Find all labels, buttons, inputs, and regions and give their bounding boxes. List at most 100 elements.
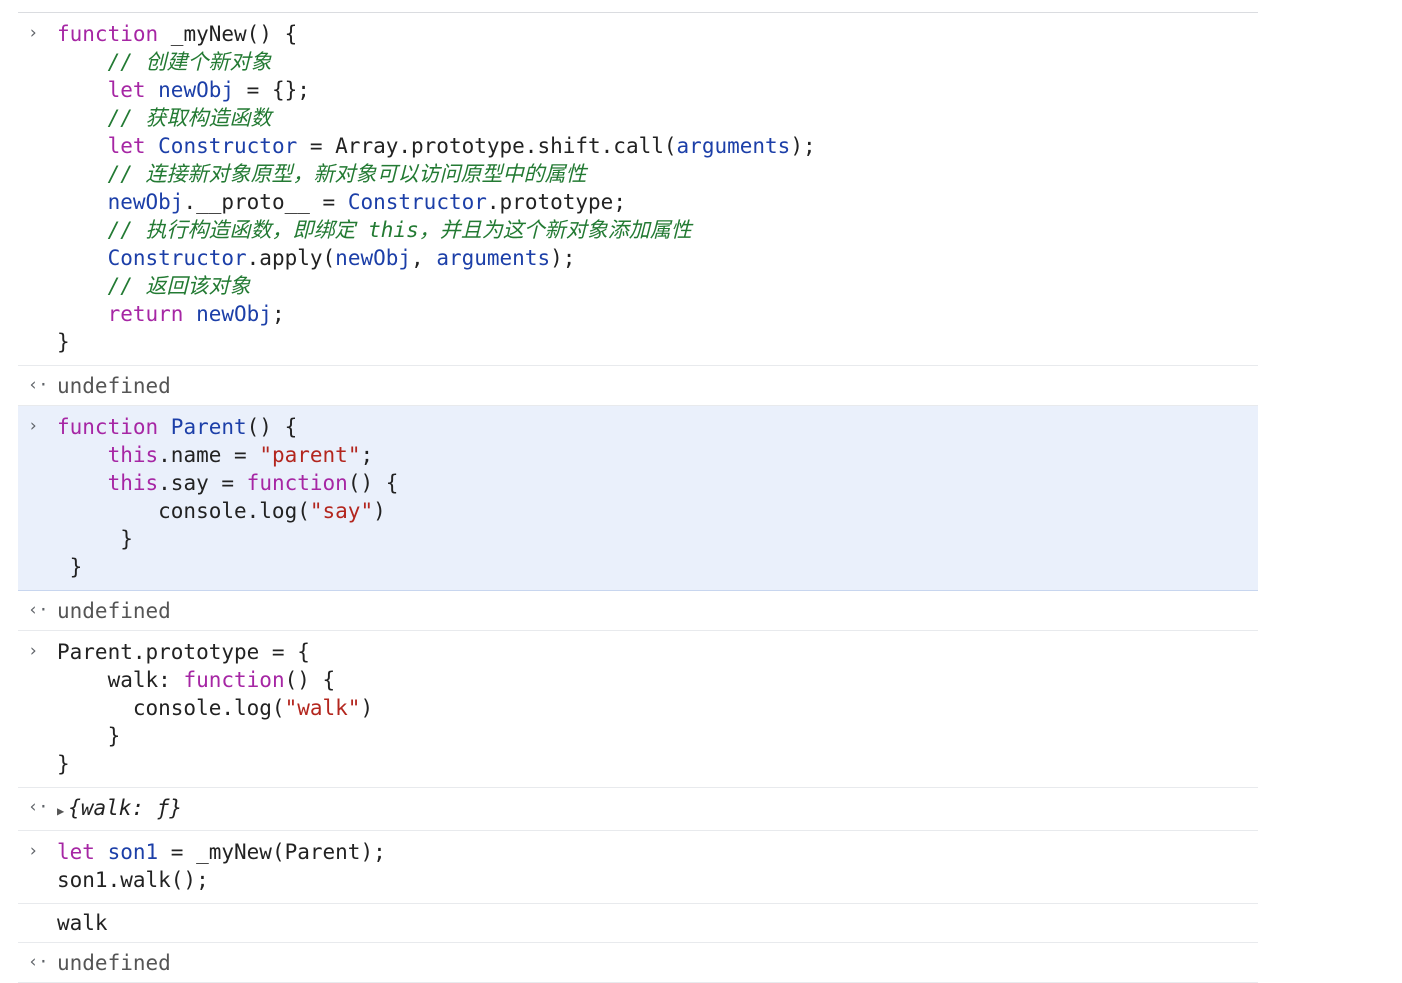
code-token: }	[57, 724, 121, 748]
code-line: undefined	[57, 372, 1258, 400]
code-token: undefined	[57, 951, 171, 975]
code-token: .name =	[158, 443, 260, 467]
code-token: ;	[271, 302, 285, 326]
expand-triangle-icon[interactable]: ▶	[57, 804, 64, 818]
code-token: () {	[246, 22, 298, 46]
code-token: newObj	[158, 78, 235, 102]
input-prompt-icon: ›	[28, 23, 39, 43]
code-token: console.log(	[57, 696, 285, 720]
code-token: // 返回该对象	[107, 274, 251, 298]
code-line: let Constructor = Array.prototype.shift.…	[57, 132, 1258, 160]
code-block[interactable]: Parent.prototype = { walk: function() { …	[18, 638, 1258, 778]
code-token: = _myNew(Parent);	[158, 840, 386, 864]
code-token: undefined	[57, 374, 171, 398]
code-token: }	[57, 555, 83, 579]
code-block[interactable]: let son1 = _myNew(Parent); son1.walk();	[18, 838, 1258, 894]
code-line: }	[57, 328, 1258, 356]
code-token: arguments	[676, 134, 791, 158]
log-output: walk	[18, 909, 1258, 937]
code-token: return	[107, 302, 197, 326]
code-token: );	[790, 134, 816, 158]
code-token: this	[107, 471, 159, 495]
console-input-entry[interactable]: › function _myNew() { // 创建个新对象 let newOb…	[18, 13, 1258, 366]
code-line: // 返回该对象	[57, 272, 1258, 300]
code-token: let	[107, 134, 159, 158]
code-line: undefined	[57, 597, 1258, 625]
code-token: console.log(	[57, 499, 310, 523]
code-token: ,	[411, 246, 437, 270]
result-value: ▶ {walk: ƒ}	[18, 794, 1258, 825]
code-token: );	[550, 246, 576, 270]
code-token: = {};	[234, 78, 310, 102]
result-value: undefined	[18, 949, 1258, 977]
console-input-entry[interactable]: › function Parent() { this.name = "parent…	[18, 406, 1258, 591]
code-token: newObj	[196, 302, 272, 326]
code-line: walk	[57, 909, 1258, 937]
code-token: arguments	[436, 246, 551, 270]
code-token: // 创建个新对象	[107, 50, 272, 74]
code-token: .prototype;	[486, 190, 626, 214]
code-line: Constructor.apply(newObj, arguments);	[57, 244, 1258, 272]
console-result-entry[interactable]: ‹· undefined	[18, 591, 1258, 631]
code-block[interactable]: function _myNew() { // 创建个新对象 let newObj…	[18, 20, 1258, 356]
code-token: {walk: ƒ}	[68, 796, 183, 820]
code-line: console.log("walk")	[57, 694, 1258, 722]
result-value: undefined	[18, 372, 1258, 400]
code-token: function	[183, 668, 285, 692]
result-arrow-icon: ‹·	[28, 797, 49, 817]
code-token: // 获取构造函数	[107, 106, 272, 130]
code-token: this	[107, 443, 159, 467]
code-token: Constructor	[347, 190, 487, 214]
code-token: Parent	[170, 415, 247, 439]
code-token: .apply(	[246, 246, 336, 270]
code-block[interactable]: function Parent() { this.name = "parent"…	[18, 413, 1258, 581]
code-line: console.log("say")	[57, 497, 1258, 525]
code-token: = Array.prototype.shift.call(	[297, 134, 677, 158]
code-token: }	[57, 752, 70, 776]
input-prompt-icon: ›	[28, 416, 39, 436]
code-token: () {	[284, 668, 336, 692]
code-token: walk:	[57, 668, 184, 692]
code-token: }	[57, 330, 70, 354]
console-result-entry[interactable]: ‹· undefined	[18, 366, 1258, 406]
code-token: "walk"	[284, 696, 361, 720]
code-line: }	[57, 750, 1258, 778]
code-line: // 执行构造函数，即绑定 this，并且为这个新对象添加属性	[57, 216, 1258, 244]
code-line: }	[57, 525, 1258, 553]
code-token: Constructor	[107, 246, 247, 270]
code-line: }	[57, 722, 1258, 750]
code-token: newObj	[107, 190, 184, 214]
code-line: newObj.__proto__ = Constructor.prototype…	[57, 188, 1258, 216]
code-line: undefined	[57, 949, 1258, 977]
code-token: )	[360, 696, 374, 720]
code-token: "parent"	[259, 443, 361, 467]
result-value: undefined	[18, 597, 1258, 625]
console-input-entry[interactable]: › Parent.prototype = { walk: function() {…	[18, 631, 1258, 788]
code-token: // 执行构造函数，即绑定 this，并且为这个新对象添加属性	[107, 218, 692, 242]
devtools-console[interactable]: › function _myNew() { // 创建个新对象 let newOb…	[18, 12, 1258, 983]
code-token: )	[373, 499, 386, 523]
code-token: son1	[107, 840, 159, 864]
console-log-entry[interactable]: walk	[18, 904, 1258, 943]
code-token: let	[57, 840, 108, 864]
code-token: Parent.prototype = {	[57, 640, 310, 664]
code-token: son1.walk();	[57, 868, 209, 892]
code-token: walk	[57, 911, 108, 935]
console-input-entry[interactable]: › let son1 = _myNew(Parent); son1.walk();	[18, 831, 1258, 904]
code-line: return newObj;	[57, 300, 1258, 328]
input-prompt-icon: ›	[28, 641, 39, 661]
code-token: function	[57, 22, 171, 46]
code-line: function _myNew() {	[57, 20, 1258, 48]
console-result-entry[interactable]: ‹· ▶ {walk: ƒ}	[18, 788, 1258, 831]
console-result-entry[interactable]: ‹· undefined	[18, 943, 1258, 983]
code-token: Constructor	[158, 134, 298, 158]
